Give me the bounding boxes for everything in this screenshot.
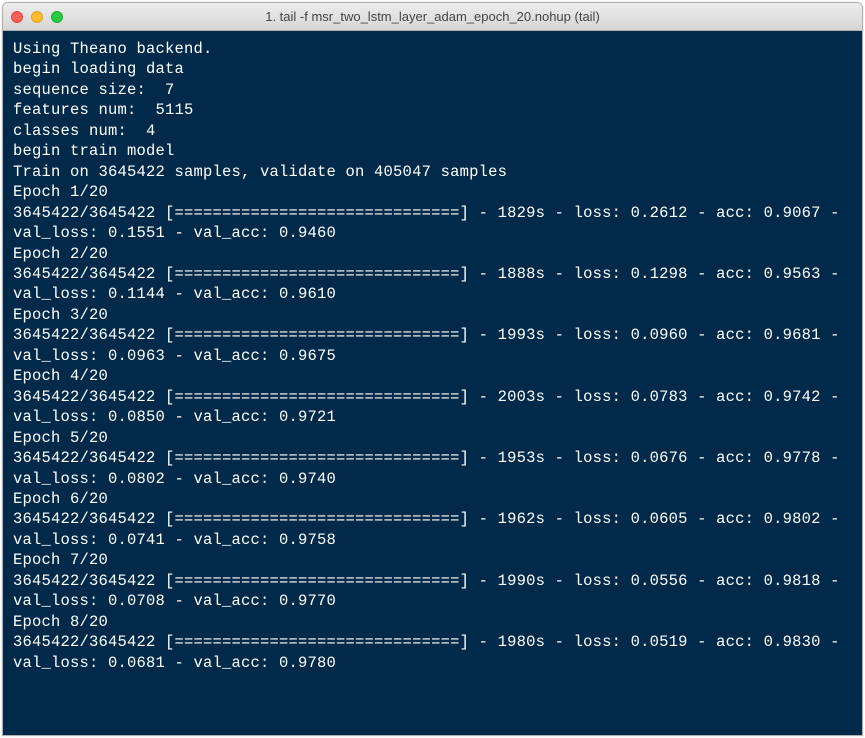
titlebar[interactable]: 1. tail -f msr_two_lstm_layer_adam_epoch… bbox=[3, 3, 862, 31]
minimize-icon[interactable] bbox=[31, 11, 43, 23]
terminal-window: 1. tail -f msr_two_lstm_layer_adam_epoch… bbox=[2, 2, 863, 736]
terminal-output[interactable]: Using Theano backend. begin loading data… bbox=[3, 31, 862, 735]
close-icon[interactable] bbox=[11, 11, 23, 23]
maximize-icon[interactable] bbox=[51, 11, 63, 23]
window-title: 1. tail -f msr_two_lstm_layer_adam_epoch… bbox=[3, 9, 862, 24]
traffic-lights bbox=[11, 11, 63, 23]
